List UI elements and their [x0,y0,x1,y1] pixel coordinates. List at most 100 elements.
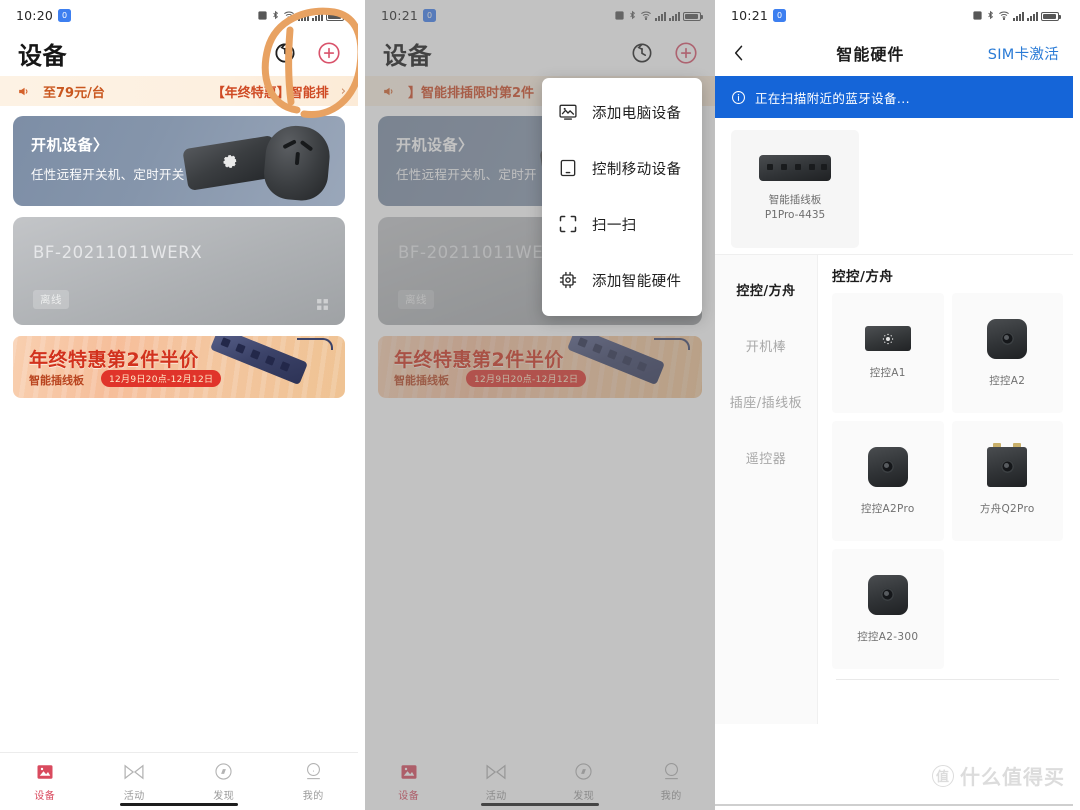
category-item-kongkong-fangzhou[interactable]: 控控/方舟 [715,261,817,317]
product-card[interactable]: 控控A2-300 [832,549,944,669]
devices-content: 开机设备〉 任性远程开关机、定时开关 BF-20211011WERX 离线 年终… [0,106,358,398]
promo-ad-bar[interactable]: 至79元/台 【年终特惠】智能排 › [0,76,358,106]
alarm-icon [973,11,982,20]
chevron-left-icon[interactable] [729,41,753,65]
category-item-remote[interactable]: 遥控器 [715,429,817,485]
status-app-badge-icon: 0 [58,8,72,22]
bluetooth-icon [988,10,994,20]
hardware-browser: 控控/方舟 开机棒 插座/插线板 遥控器 控控/方舟 控控A1 控控A2 控控A… [715,254,1073,724]
product-card[interactable]: 控控A2Pro [832,421,944,541]
tab-activity[interactable]: 活动 [90,762,180,802]
phone-panel-devices-list: 10:20 0 设备 至79元/台 【年终特惠】智能排 › 开机设备〉 任性远程… [0,0,358,810]
mobile-device-icon [560,159,576,177]
compass-icon [213,762,235,782]
scanning-status-text: 正在扫描附近的蓝牙设备... [755,90,911,106]
status-bar-right [972,9,1061,21]
menu-item-label: 控制移动设备 [592,161,682,178]
bluetooth-icon [273,10,279,20]
found-device-name: 智能插线板 P1Pro-4435 [765,193,825,223]
product-card[interactable]: 控控A1 [832,293,944,413]
history-clock-icon[interactable] [272,40,298,66]
ad-arrow-icon[interactable]: › [341,84,346,99]
menu-item-control-mobile[interactable]: 控制移动设备 [542,140,702,196]
device-name: BF-20211011WERX [33,243,203,262]
watermark-mark: 值 [932,764,954,787]
status-bar: 10:21 0 [715,0,1073,30]
tab-label: 我的 [302,790,324,802]
scanning-status-banner: 正在扫描附近的蓝牙设备... [715,76,1073,118]
found-device-name-line1: 智能插线板 [768,193,822,206]
banner-subtitle: 智能插线板 [29,374,84,387]
product-card[interactable]: 方舟Q2Pro [951,421,1063,541]
menu-item-label: 添加电脑设备 [592,105,682,122]
plus-circle-icon[interactable] [316,40,342,66]
status-bar-left: 10:20 0 [16,8,72,23]
promo-card-power-device[interactable]: 开机设备〉 任性远程开关机、定时开关 [13,116,345,206]
menu-item-label: 添加智能硬件 [592,273,682,290]
product-card[interactable]: 控控A2 [951,293,1063,413]
found-device-card[interactable]: 智能插线板 P1Pro-4435 [731,130,859,248]
chip-icon [559,271,577,289]
banner-date-range: 12月9日20点-12月12日 [101,370,222,387]
lens-icon [881,588,895,601]
grid-dots-icon[interactable] [316,298,329,311]
product-image [867,574,908,615]
site-watermark: 值 什么值得买 [932,761,1065,790]
tab-profile[interactable]: 我的 [269,762,359,802]
tab-devices[interactable]: 设备 [0,762,90,802]
wifi-icon [284,11,294,21]
phone-panel-add-menu: 10:21 0 设备 】智能排插限时第2件 开机设备〉 任性远程开关机、定时开 … [365,0,715,810]
add-device-menu: 添加电脑设备 控制移动设备 扫一扫 添加智能硬件 [542,78,702,316]
ad-price-text: 至79元/台 [43,85,105,101]
sim-activate-link[interactable]: SIM卡激活 [988,43,1059,64]
status-badge: 离线 [33,290,69,309]
category-label: 开机棒 [745,339,787,355]
bottom-rule [715,804,1073,806]
found-device-name-line2: P1Pro-4435 [764,209,826,221]
list-end-divider [836,679,1059,680]
menu-item-add-smart-hardware[interactable]: 添加智能硬件 [542,252,702,308]
tab-label: 活动 [123,790,145,802]
power-cord-image [297,338,333,350]
banner-title: 年终特惠第2件半价 [29,349,199,371]
status-bar-left: 10:21 0 [731,8,787,23]
category-label: 控控/方舟 [736,283,796,299]
bottom-tab-bar: 设备 活动 发现 我的 [0,752,358,810]
watermark-text: 什么值得买 [960,765,1065,789]
signal-bars-2-icon [312,12,323,21]
menu-item-add-computer[interactable]: 添加电脑设备 [542,84,702,140]
person-icon [302,762,324,782]
page-title: 智能硬件 [836,45,905,64]
speaker-icon [19,87,28,95]
ad-marquee-text: 【年终特惠】智能排 [211,85,329,101]
product-name: 控控A2 [989,374,1026,387]
battery-icon [326,12,346,21]
smart-plug-image [261,123,333,203]
tab-discover[interactable]: 发现 [179,762,269,802]
device-card-offline[interactable]: BF-20211011WERX 离线 [13,217,345,325]
power-strip-thumbnail [759,154,831,181]
product-grid: 控控A1 控控A2 控控A2Pro 方舟Q2Pro 控控A2-300 [832,293,1063,669]
product-name: 方舟Q2Pro [979,502,1035,515]
found-devices-area: 智能插线板 P1Pro-4435 [715,118,1073,254]
product-image [864,326,911,351]
phone-panel-smart-hardware: 10:21 0 智能硬件 SIM卡激活 正在扫描附近的蓝牙设备... 智能插线板… [715,0,1073,810]
category-item-power-stick[interactable]: 开机棒 [715,317,817,373]
screenshot-stage: 10:20 0 设备 至79元/台 【年终特惠】智能排 › 开机设备〉 任性远程… [0,0,1080,810]
menu-item-label: 扫一扫 [592,217,637,234]
category-item-socket-strip[interactable]: 插座/插线板 [715,373,817,429]
menu-item-scan[interactable]: 扫一扫 [542,196,702,252]
product-pane: 控控/方舟 控控A1 控控A2 控控A2Pro 方舟Q2Pro 控控A2-300 [818,255,1073,724]
nav-bar: 智能硬件 SIM卡激活 [715,30,1073,76]
promo-banner[interactable]: 年终特惠第2件半价 智能插线板 12月9日20点-12月12日 [13,336,345,398]
category-sidebar: 控控/方舟 开机棒 插座/插线板 遥控器 [715,255,818,724]
status-app-badge-icon: 0 [773,8,787,22]
battery-icon [1041,12,1061,21]
product-name: 控控A2Pro [860,502,915,515]
product-image [987,318,1028,359]
status-bar-right [257,9,346,21]
alarm-icon [258,11,267,20]
status-bar: 10:20 0 [0,0,358,30]
gear-icon [882,333,894,344]
tab-label: 发现 [213,790,235,802]
